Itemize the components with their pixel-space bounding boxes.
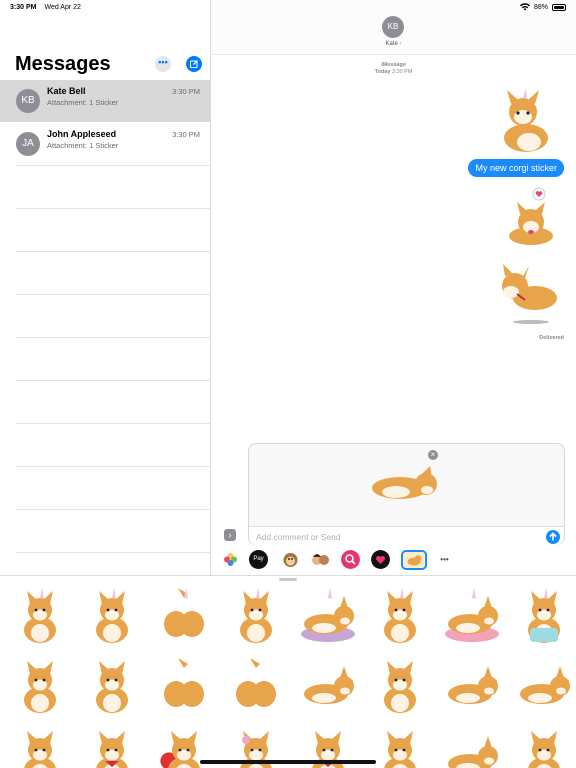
more-apps-icon[interactable]: ••• xyxy=(435,550,454,569)
sticker-corgi-bandana[interactable] xyxy=(82,728,142,768)
sticker-corgi-unicorn-sit[interactable] xyxy=(10,588,70,646)
sticker-corgi-run[interactable] xyxy=(514,658,574,716)
home-indicator xyxy=(200,760,376,764)
sticker-corgi-unicorn-sit[interactable] xyxy=(82,588,142,646)
conversation-row-john-appleseed[interactable]: JA John Appleseed Attachment: 1 Sticker … xyxy=(0,123,211,165)
message-time: 3:30 PM xyxy=(172,87,200,96)
message-preview: Attachment: 1 Sticker xyxy=(47,141,119,150)
composer-card: × Add comment or Send xyxy=(248,443,565,545)
sticker-drawer xyxy=(0,575,576,768)
message-preview: Attachment: 1 Sticker xyxy=(47,98,119,107)
status-time: 3:30 PM xyxy=(10,3,37,11)
contact-avatar[interactable]: KB xyxy=(382,16,404,38)
sticker-corgi-sleep[interactable] xyxy=(442,658,502,716)
compose-button[interactable] xyxy=(186,56,202,72)
arrow-up-icon xyxy=(549,532,557,541)
sticker-corgi-run[interactable] xyxy=(442,728,502,768)
comment-placeholder: Add comment or Send xyxy=(256,532,341,542)
sticker-message-corgi-heart[interactable] xyxy=(503,186,559,250)
drawer-grabber[interactable] xyxy=(279,578,297,581)
sticker-corgi-lie[interactable] xyxy=(298,658,358,716)
contact-name: John Appleseed xyxy=(47,129,117,139)
sticker-corgi-sit[interactable] xyxy=(514,728,574,768)
animoji-icon[interactable] xyxy=(281,550,300,569)
row-separator xyxy=(16,208,211,209)
sticker-corgi-unicorn-bed[interactable] xyxy=(298,588,358,646)
status-bar: 3:30 PM Wed Apr 22 88% xyxy=(0,0,576,14)
sticker-corgi-unicorn-shirt[interactable] xyxy=(514,588,574,646)
delivery-status: Delivered xyxy=(539,335,564,341)
photos-icon[interactable] xyxy=(221,550,240,569)
page-title: Messages xyxy=(15,53,111,75)
service-label: iMessage xyxy=(381,62,406,68)
staged-sticker-corgi-sleep[interactable] xyxy=(370,466,440,502)
contact-name-header[interactable]: Kate › xyxy=(211,41,576,47)
timestamp-label: Today 3:30 PM xyxy=(374,69,413,75)
battery-percent: 88% xyxy=(533,3,548,11)
sticker-corgi-unicorn-pillow[interactable] xyxy=(442,588,502,646)
sticker-message-corgi-run[interactable] xyxy=(495,264,563,326)
status-right: 88% xyxy=(519,3,566,11)
message-bubble[interactable]: My new corgi sticker xyxy=(468,159,564,177)
digital-touch-icon[interactable] xyxy=(371,550,390,569)
battery-icon xyxy=(552,3,566,11)
sticker-corgi-unicorn-butt[interactable] xyxy=(154,588,214,646)
remove-sticker-button[interactable]: × xyxy=(428,450,438,460)
memoji-icon[interactable] xyxy=(311,550,330,569)
sticker-message-corgi-unicorn[interactable] xyxy=(491,88,561,154)
sticker-corgi-stand[interactable] xyxy=(370,658,430,716)
row-separator xyxy=(16,251,211,252)
sticker-corgi-bowl[interactable] xyxy=(370,728,430,768)
row-separator xyxy=(16,509,211,510)
app-strip: Pay ••• xyxy=(211,547,576,573)
row-separator xyxy=(16,466,211,467)
row-separator xyxy=(16,294,211,295)
comment-input[interactable]: Add comment or Send xyxy=(249,526,564,545)
expand-apps-button[interactable]: › xyxy=(224,529,236,541)
row-separator xyxy=(16,165,211,166)
conversation-row-kate-bell[interactable]: KB Kate Bell Attachment: 1 Sticker 3:30 … xyxy=(0,80,211,122)
corgi-sticker-app-icon[interactable] xyxy=(401,550,427,570)
image-search-icon[interactable] xyxy=(341,550,360,569)
message-time: 3:30 PM xyxy=(172,130,200,139)
contact-name: Kate Bell xyxy=(47,86,86,96)
status-date: Wed Apr 22 xyxy=(44,3,81,11)
conversation-list: Messages ••• KB Kate Bell Attachment: 1 … xyxy=(0,0,211,575)
sticker-corgi-peek[interactable] xyxy=(10,728,70,768)
row-separator xyxy=(16,337,211,338)
sticker-corgi-butt[interactable] xyxy=(154,658,214,716)
more-options-button[interactable]: ••• xyxy=(155,56,171,72)
chat-pane: KB Kate › iMessage Today 3:30 PM My new … xyxy=(211,0,576,575)
row-separator xyxy=(16,423,211,424)
avatar: JA xyxy=(16,132,40,156)
sticker-corgi-sit[interactable] xyxy=(10,658,70,716)
wifi-icon xyxy=(519,3,530,11)
sticker-corgi-unicorn-sit[interactable] xyxy=(370,588,430,646)
row-separator xyxy=(16,552,211,553)
apple-pay-icon[interactable]: Pay xyxy=(249,550,268,569)
avatar: KB xyxy=(16,89,40,113)
send-button[interactable] xyxy=(546,530,560,544)
sticker-corgi-sit[interactable] xyxy=(82,658,142,716)
compose-icon xyxy=(190,60,198,68)
row-separator xyxy=(16,380,211,381)
sticker-corgi-unicorn-sit[interactable] xyxy=(226,588,286,646)
sticker-corgi-butt[interactable] xyxy=(226,658,286,716)
